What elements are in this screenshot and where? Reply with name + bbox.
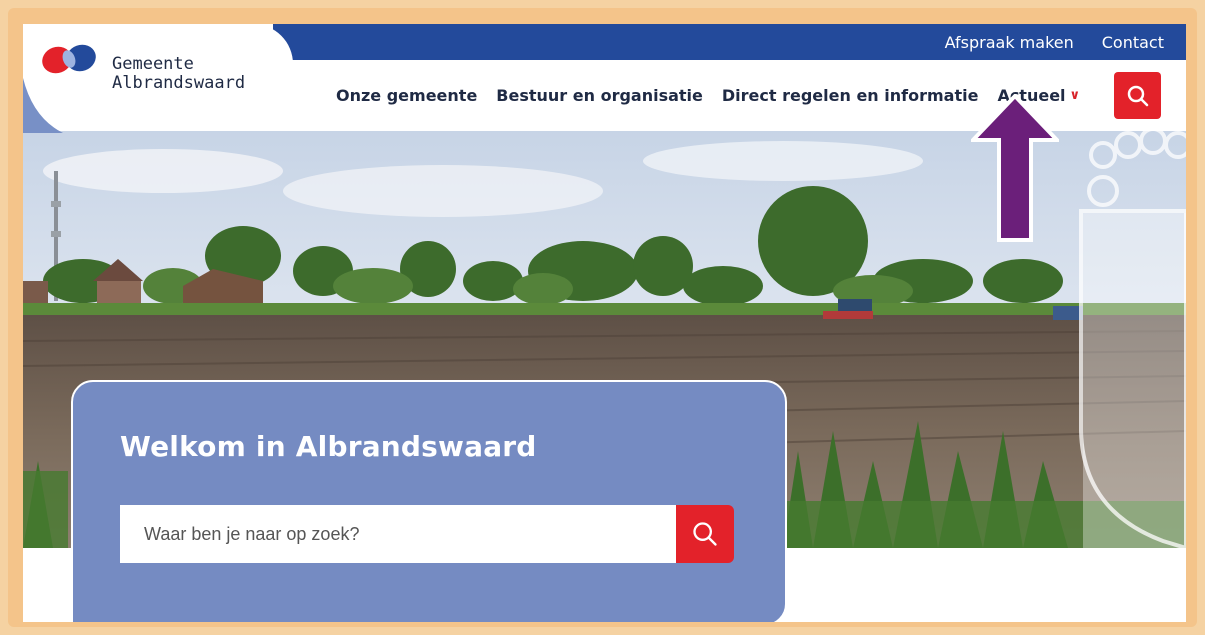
logo-line-1: Gemeente [112, 54, 194, 74]
main-navigation: Onze gemeente Bestuur en organisatie Dir… [336, 86, 1080, 105]
municipality-logo-icon [42, 44, 96, 74]
nav-item-direct-regelen[interactable]: Direct regelen en informatie [722, 86, 979, 105]
logo-line-2: Albrandswaard [112, 73, 246, 93]
nav-item-onze-gemeente[interactable]: Onze gemeente [336, 86, 477, 105]
top-links: Afspraak maken Contact [945, 24, 1164, 60]
chevron-down-icon: ∨ [1069, 88, 1081, 103]
header-search-button[interactable] [1114, 72, 1161, 119]
welcome-title: Welkom in Albrandswaard [120, 430, 537, 463]
top-link-contact[interactable]: Contact [1102, 33, 1164, 52]
search-submit-button[interactable] [676, 505, 734, 563]
top-link-afspraak-maken[interactable]: Afspraak maken [945, 33, 1074, 52]
search-input[interactable] [120, 505, 676, 563]
logo-wordmark: Gemeente Albrandswaard [112, 55, 245, 93]
website-page: Afspraak maken Contact Gemeente Albrands… [23, 24, 1186, 622]
nav-item-bestuur-en-organisatie[interactable]: Bestuur en organisatie [496, 86, 703, 105]
site-search [120, 505, 734, 563]
blue-swoosh-decoration [23, 78, 63, 133]
search-icon [1127, 85, 1148, 106]
search-icon [693, 522, 717, 546]
arrow-up-icon [971, 94, 1059, 242]
welcome-card: Welkom in Albrandswaard [71, 380, 787, 622]
